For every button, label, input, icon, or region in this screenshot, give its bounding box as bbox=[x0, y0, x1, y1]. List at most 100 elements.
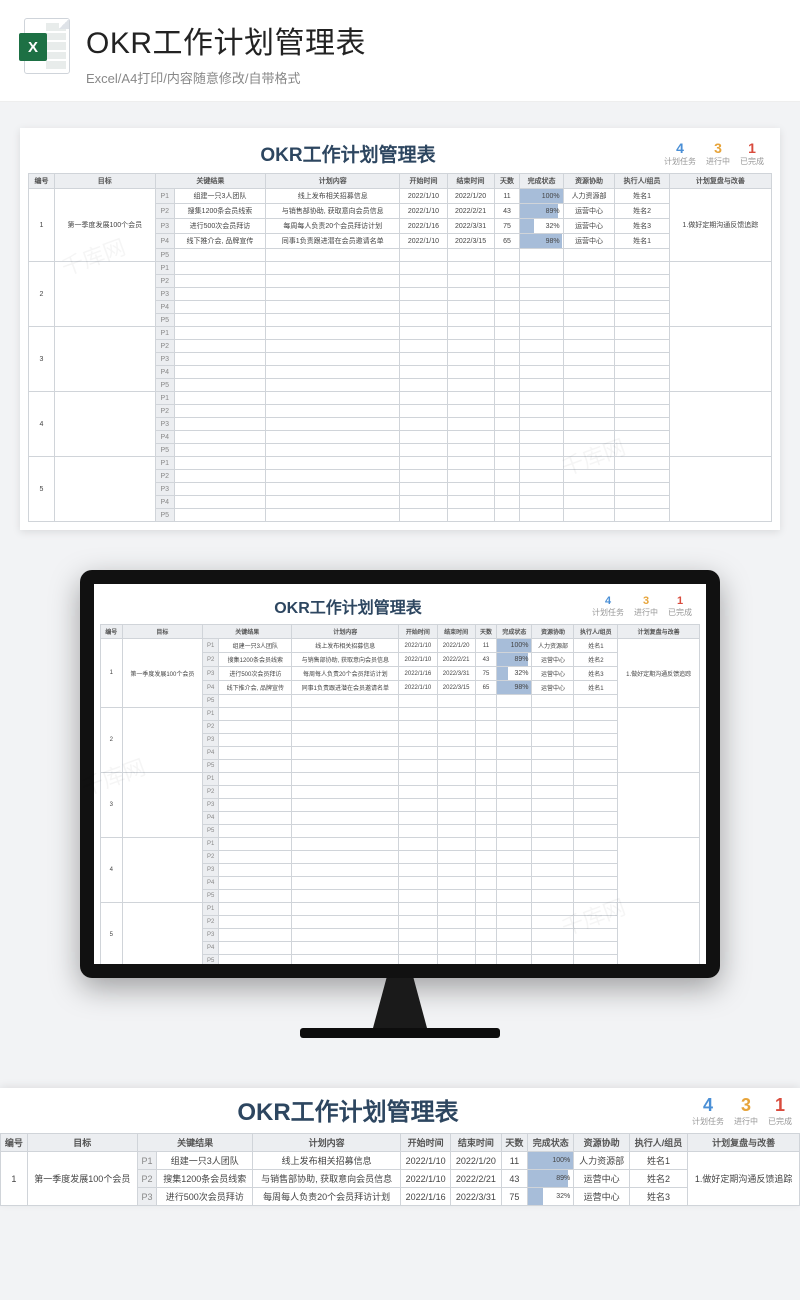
end-cell bbox=[437, 890, 475, 903]
owner-cell bbox=[574, 786, 618, 799]
plan-cell bbox=[266, 353, 400, 366]
progress-cell: 89% bbox=[520, 204, 563, 219]
end-cell bbox=[437, 955, 475, 965]
start-cell: 2022/1/16 bbox=[400, 1188, 450, 1206]
start-cell bbox=[400, 379, 447, 392]
end-cell: 2022/2/21 bbox=[451, 1170, 501, 1188]
progress-cell bbox=[497, 916, 532, 929]
owner-cell bbox=[615, 340, 669, 353]
days-cell bbox=[475, 760, 497, 773]
end-cell bbox=[447, 366, 494, 379]
group-id: 2 bbox=[29, 262, 55, 327]
resource-cell: 运营中心 bbox=[574, 1170, 630, 1188]
col-header: 编号 bbox=[1, 1134, 28, 1152]
kr-code: P5 bbox=[203, 825, 219, 838]
plan-cell bbox=[292, 734, 399, 747]
owner-cell bbox=[615, 275, 669, 288]
plan-cell: 与销售部协助, 获取意向会员信息 bbox=[253, 1170, 401, 1188]
kr-code: P3 bbox=[203, 734, 219, 747]
kr-code: P5 bbox=[203, 890, 219, 903]
kr-task: 组建一只3人团队 bbox=[174, 189, 265, 204]
kr-task bbox=[174, 470, 265, 483]
progress-cell: 98% bbox=[520, 234, 563, 249]
resource-cell bbox=[532, 721, 574, 734]
col-header: 关键结果 bbox=[137, 1134, 253, 1152]
start-cell: 2022/1/10 bbox=[400, 234, 447, 249]
owner-cell bbox=[574, 890, 618, 903]
days-cell bbox=[475, 851, 497, 864]
start-cell bbox=[399, 825, 437, 838]
resource-cell bbox=[532, 903, 574, 916]
kr-task: 进行500次会员拜访 bbox=[174, 219, 265, 234]
end-cell bbox=[447, 353, 494, 366]
end-cell bbox=[447, 275, 494, 288]
start-cell bbox=[399, 838, 437, 851]
kr-task bbox=[219, 747, 292, 760]
days-cell bbox=[494, 327, 520, 340]
owner-cell bbox=[574, 942, 618, 955]
sheet-in-monitor: OKR工作计划管理表4计划任务3进行中1已完成编号目标关键结果计划内容开始时间结… bbox=[100, 590, 700, 964]
col-header: 目标 bbox=[122, 625, 203, 639]
kr-task: 搜集1200条会员线索 bbox=[157, 1170, 253, 1188]
progress-cell bbox=[520, 340, 563, 353]
end-cell: 2022/1/20 bbox=[437, 639, 475, 653]
plan-cell: 线上发布相关招募信息 bbox=[253, 1152, 401, 1170]
kr-code: P4 bbox=[203, 747, 219, 760]
kr-code: P3 bbox=[203, 667, 219, 681]
col-header: 天数 bbox=[501, 1134, 528, 1152]
group-id: 1 bbox=[101, 639, 123, 708]
plan-cell: 线上发布相关招募信息 bbox=[292, 639, 399, 653]
resource-cell bbox=[532, 786, 574, 799]
col-header: 资源协助 bbox=[574, 1134, 630, 1152]
kr-code: P3 bbox=[155, 418, 174, 431]
excel-file-icon: X bbox=[24, 18, 70, 74]
resource-cell bbox=[563, 340, 615, 353]
col-header: 编号 bbox=[101, 625, 123, 639]
kr-task bbox=[219, 890, 292, 903]
resource-cell bbox=[563, 444, 615, 457]
plan-cell bbox=[266, 327, 400, 340]
kr-task bbox=[174, 288, 265, 301]
days-cell bbox=[494, 392, 520, 405]
progress-cell bbox=[497, 851, 532, 864]
col-header: 计划复盘与改善 bbox=[688, 1134, 800, 1152]
resource-cell: 运营中心 bbox=[563, 204, 615, 219]
end-cell bbox=[447, 431, 494, 444]
plan-cell bbox=[292, 955, 399, 965]
plan-cell bbox=[266, 301, 400, 314]
end-cell bbox=[437, 721, 475, 734]
col-header: 计划复盘与改善 bbox=[669, 174, 771, 189]
review-cell bbox=[618, 708, 700, 773]
days-cell: 75 bbox=[475, 667, 497, 681]
progress-cell bbox=[520, 418, 563, 431]
owner-cell bbox=[615, 314, 669, 327]
progress-cell: 89% bbox=[528, 1170, 574, 1188]
resource-cell bbox=[532, 708, 574, 721]
progress-cell: 98% bbox=[497, 681, 532, 695]
start-cell bbox=[399, 864, 437, 877]
start-cell bbox=[399, 890, 437, 903]
kr-code: P5 bbox=[203, 695, 219, 708]
table-row: 1第一季度发展100个会员P1组建一只3人团队线上发布相关招募信息2022/1/… bbox=[29, 189, 772, 204]
resource-cell: 人力资源部 bbox=[574, 1152, 630, 1170]
resource-cell bbox=[532, 760, 574, 773]
end-cell bbox=[447, 392, 494, 405]
resource-cell bbox=[532, 773, 574, 786]
days-cell bbox=[494, 379, 520, 392]
table-row: 3P1 bbox=[101, 773, 700, 786]
end-cell bbox=[447, 470, 494, 483]
start-cell bbox=[399, 955, 437, 965]
kr-task bbox=[174, 483, 265, 496]
progress-cell bbox=[497, 877, 532, 890]
start-cell bbox=[400, 444, 447, 457]
resource-cell bbox=[563, 366, 615, 379]
kr-code: P5 bbox=[155, 249, 174, 262]
resource-cell bbox=[532, 734, 574, 747]
table-row: 2P1 bbox=[29, 262, 772, 275]
plan-cell bbox=[266, 431, 400, 444]
kr-task bbox=[174, 444, 265, 457]
progress-cell bbox=[497, 890, 532, 903]
col-header: 天数 bbox=[494, 174, 520, 189]
progress-cell: 100% bbox=[520, 189, 563, 204]
plan-cell bbox=[292, 838, 399, 851]
